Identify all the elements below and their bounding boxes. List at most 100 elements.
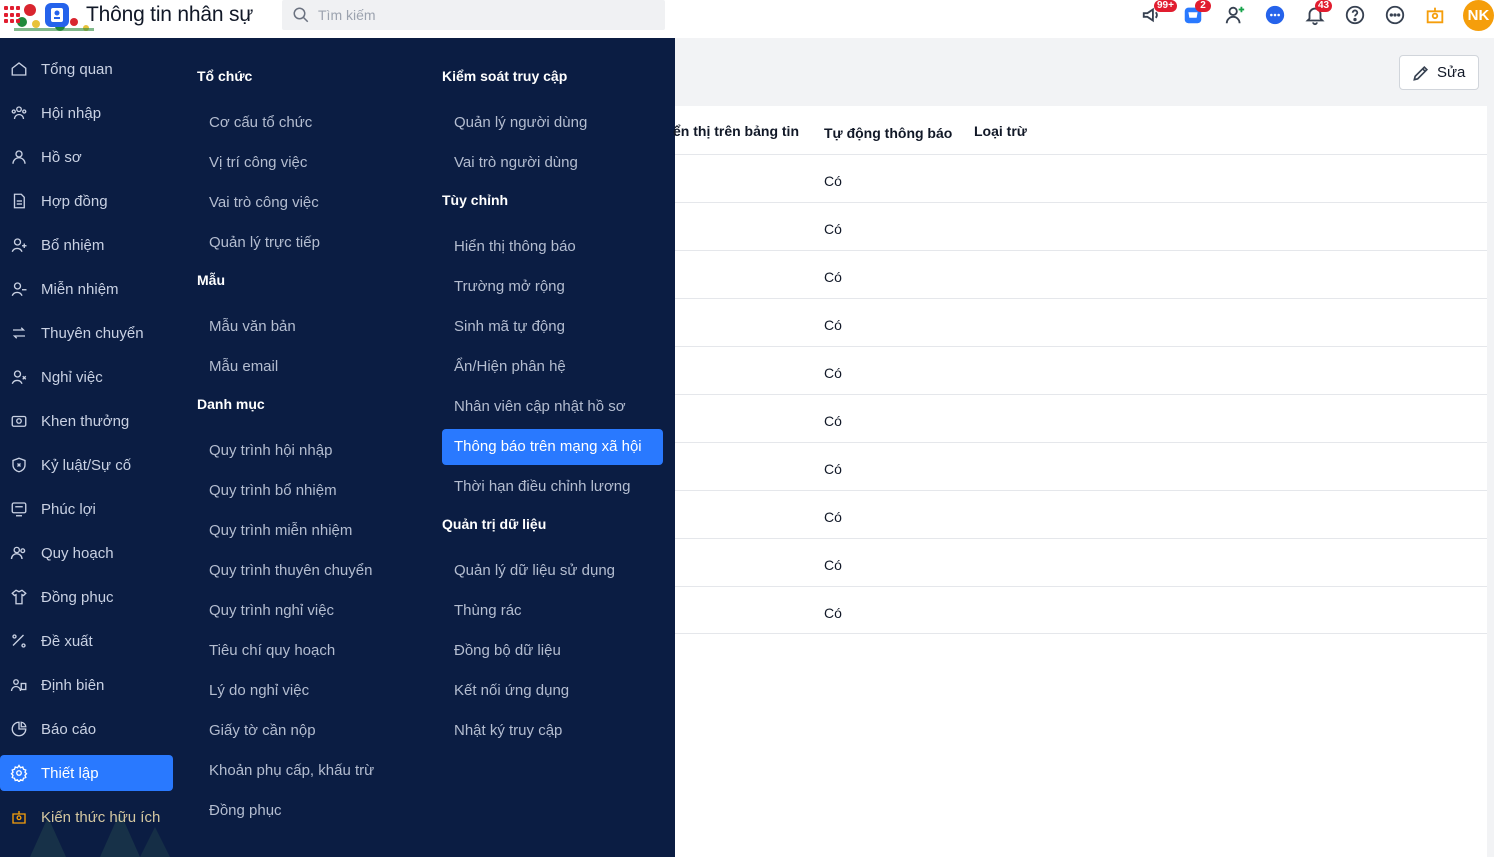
menu-section-heading: Danh mục	[197, 396, 265, 412]
menu-item[interactable]: Mẫu email	[197, 349, 418, 385]
menu-item[interactable]: Đồng phục	[197, 793, 418, 829]
menu-item[interactable]: Lý do nghỉ việc	[197, 673, 418, 709]
avatar[interactable]: NK	[1463, 0, 1494, 31]
menu-item[interactable]: Vai trò công việc	[197, 185, 418, 221]
menu-item[interactable]: Thùng rác	[442, 593, 663, 629]
transfer-icon	[9, 323, 29, 343]
more-options-icon[interactable]	[1383, 3, 1407, 27]
menu-item[interactable]: Mẫu văn bản	[197, 309, 418, 345]
sidebar-item-label: Hồ sơ	[41, 148, 82, 166]
help-icon[interactable]	[1343, 3, 1367, 27]
sidebar-item-10[interactable]: Kỷ luật/Sự cố	[0, 447, 173, 483]
table-row: Có	[675, 202, 1487, 250]
document-icon	[9, 191, 29, 211]
menu-item[interactable]: Cơ cấu tổ chức	[197, 105, 418, 141]
table-row: Có	[675, 346, 1487, 394]
menu-item[interactable]: Trường mở rộng	[442, 269, 663, 305]
menu-item[interactable]: Hiển thị thông báo	[442, 229, 663, 265]
sidebar-item-2[interactable]: Hội nhập	[0, 95, 173, 131]
table-row: Có	[675, 298, 1487, 346]
apps-grid-icon[interactable]	[4, 6, 22, 24]
cart-icon[interactable]: 2	[1181, 0, 1211, 27]
sidebar-item-3[interactable]: Hồ sơ	[0, 139, 173, 175]
column-header-exclude: Loại trừ	[974, 123, 1027, 139]
sidebar-item-11[interactable]: Phúc lợi	[0, 491, 173, 527]
sidebar-item-8[interactable]: Nghỉ việc	[0, 359, 173, 395]
sidebar-item-17[interactable]: Thiết lập	[0, 755, 173, 791]
cart-badge: 2	[1195, 0, 1211, 12]
menu-item[interactable]: Đồng bộ dữ liệu	[442, 633, 663, 669]
table-row: Có	[675, 490, 1487, 538]
menu-section-heading: Quản trị dữ liệu	[442, 516, 547, 532]
sidebar-item-label: Kỷ luật/Sự cố	[41, 456, 132, 474]
user-minus-icon	[9, 279, 29, 299]
sidebar-item-18[interactable]: Kiến thức hữu ích	[0, 799, 173, 835]
menu-item[interactable]: Quy trình thuyên chuyển	[197, 553, 418, 589]
menu-item[interactable]: Vai trò người dùng	[442, 145, 663, 181]
table-row: Có	[675, 586, 1487, 634]
sidebar-item-9[interactable]: Khen thưởng	[0, 403, 173, 439]
chat-icon[interactable]	[1263, 3, 1287, 27]
sidebar-item-5[interactable]: Bổ nhiệm	[0, 227, 173, 263]
megaphone-icon[interactable]: 99+	[1140, 0, 1177, 27]
sidebar-item-16[interactable]: Báo cáo	[0, 711, 173, 747]
menu-item[interactable]: Kết nối ứng dụng	[442, 673, 663, 709]
column-header-feed-display: ển thị trên bảng tin	[673, 123, 799, 139]
menu-item[interactable]: Tiêu chí quy hoạch	[197, 633, 418, 669]
menu-item[interactable]: Giấy tờ cần nộp	[197, 713, 418, 749]
menu-section-heading: Mẫu	[197, 272, 225, 288]
sidebar-item-4[interactable]: Hợp đồng	[0, 183, 173, 219]
user-plus-icon	[9, 235, 29, 255]
menu-item[interactable]: Quy trình hội nhập	[197, 433, 418, 469]
sidebar-item-1[interactable]: Tổng quan	[0, 51, 173, 87]
add-user-icon[interactable]	[1223, 3, 1247, 27]
proposal-icon	[9, 631, 29, 651]
bell-icon[interactable]: 43	[1303, 0, 1333, 27]
sidebar-item-15[interactable]: Định biên	[0, 667, 173, 703]
table-row: Có	[675, 250, 1487, 298]
sidebar-item-7[interactable]: Thuyên chuyển	[0, 315, 173, 351]
menu-item[interactable]: Thời hạn điều chỉnh lương	[442, 469, 663, 505]
benefit-icon	[9, 499, 29, 519]
sidebar-item-label: Định biên	[41, 676, 105, 694]
app-logo-icon	[45, 3, 69, 27]
knowledge-icon	[9, 807, 29, 827]
auto-notify-value: Có	[824, 413, 842, 429]
announcements-badge: 99+	[1154, 0, 1177, 12]
menu-item[interactable]: Ẩn/Hiện phân hệ	[442, 349, 663, 385]
sidebar-item-14[interactable]: Đề xuất	[0, 623, 173, 659]
menu-item[interactable]: Quản lý dữ liệu sử dụng	[442, 553, 663, 589]
menu-item[interactable]: Vị trí công việc	[197, 145, 418, 181]
sidebar-item-label: Đồng phục	[41, 588, 114, 606]
sidebar-item-label: Kiến thức hữu ích	[41, 808, 161, 826]
sidebar-item-13[interactable]: Đồng phục	[0, 579, 173, 615]
menu-item[interactable]: Sinh mã tự động	[442, 309, 663, 345]
menu-item[interactable]: Khoản phụ cấp, khấu trừ	[197, 753, 418, 789]
edit-button-label: Sửa	[1437, 64, 1466, 81]
sidebar-item-12[interactable]: Quy hoạch	[0, 535, 173, 571]
auto-notify-value: Có	[824, 317, 842, 333]
sidebar-item-label: Thuyên chuyển	[41, 324, 144, 342]
table-row: Có	[675, 394, 1487, 442]
menu-item[interactable]: Nhật ký truy cập	[442, 713, 663, 749]
menu-item[interactable]: Quản lý người dùng	[442, 105, 663, 141]
search-box[interactable]	[282, 0, 665, 30]
menu-item[interactable]: Quy trình nghỉ việc	[197, 593, 418, 629]
menu-item[interactable]: Thông báo trên mạng xã hội	[442, 429, 663, 465]
search-input[interactable]	[318, 5, 638, 25]
auto-notify-value: Có	[824, 221, 842, 237]
knowledge-icon[interactable]	[1423, 3, 1447, 27]
menu-item[interactable]: Quản lý trực tiếp	[197, 225, 418, 261]
menu-item[interactable]: Nhân viên cập nhật hồ sơ	[442, 389, 663, 425]
table-row: Có	[675, 442, 1487, 490]
menu-item[interactable]: Quy trình miễn nhiệm	[197, 513, 418, 549]
pencil-icon	[1413, 65, 1429, 81]
menu-item[interactable]: Quy trình bổ nhiệm	[197, 473, 418, 509]
sidebar: Tổng quan Hội nhập Hồ sơ Hợp đồng Bổ nhiệm Mi…	[0, 38, 185, 857]
sidebar-item-label: Quy hoạch	[41, 544, 114, 562]
edit-button[interactable]: Sửa	[1399, 55, 1479, 90]
app-title: Thông tin nhân sự	[86, 3, 254, 26]
sidebar-item-label: Miễn nhiệm	[41, 280, 119, 298]
sidebar-item-6[interactable]: Miễn nhiệm	[0, 271, 173, 307]
sidebar-item-label: Khen thưởng	[41, 412, 130, 430]
